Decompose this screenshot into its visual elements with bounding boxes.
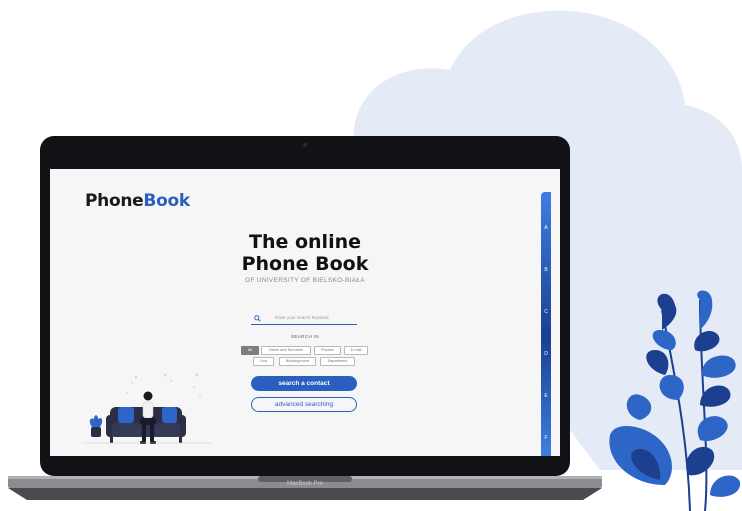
alphabet-letter[interactable]: D — [541, 351, 551, 357]
phonebook-logo[interactable]: PhoneBook — [85, 191, 190, 211]
alphabet-index-bar: A B C D E F — [541, 192, 551, 456]
search-in-label: SEARCH IN — [290, 334, 320, 339]
person-on-sofa-illustration — [82, 373, 212, 444]
filter-unit[interactable]: Unit — [253, 357, 274, 366]
alphabet-letter[interactable]: B — [541, 267, 551, 273]
search-input[interactable]: Enter your search keyword — [251, 313, 357, 325]
laptop-base — [8, 476, 602, 500]
filter-all[interactable]: All — [241, 346, 259, 355]
page-title-line1: The online — [248, 231, 361, 253]
advanced-search-button[interactable]: advanced searching — [251, 397, 357, 412]
alphabet-letter[interactable]: F — [541, 435, 551, 441]
filter-email[interactable]: E-mail — [344, 346, 368, 355]
filter-name-surname[interactable]: Name and Surname — [261, 346, 311, 355]
page-subtitle: OF UNIVERSITY OF BIELSKO-BIAŁA — [245, 277, 365, 284]
filter-department[interactable]: Department — [320, 357, 355, 366]
camera-icon — [303, 143, 307, 147]
alphabet-letter[interactable]: C — [541, 309, 551, 315]
filter-building-room[interactable]: Building/room — [279, 357, 316, 366]
alphabet-letter[interactable]: E — [541, 393, 551, 399]
search-placeholder: Enter your search keyword — [275, 315, 329, 320]
search-icon — [254, 315, 261, 322]
laptop-screen: PhoneBook The online Phone Book OF UNIVE… — [50, 169, 560, 456]
plant-leaves-illustration — [609, 290, 741, 511]
filter-phones[interactable]: Phones — [314, 346, 341, 355]
alphabet-letter[interactable]: A — [541, 225, 551, 231]
laptop-model-label: MacBook Pro — [286, 481, 323, 487]
page-title-line2: Phone Book — [241, 253, 369, 275]
search-contact-button[interactable]: search a contact — [251, 376, 357, 391]
